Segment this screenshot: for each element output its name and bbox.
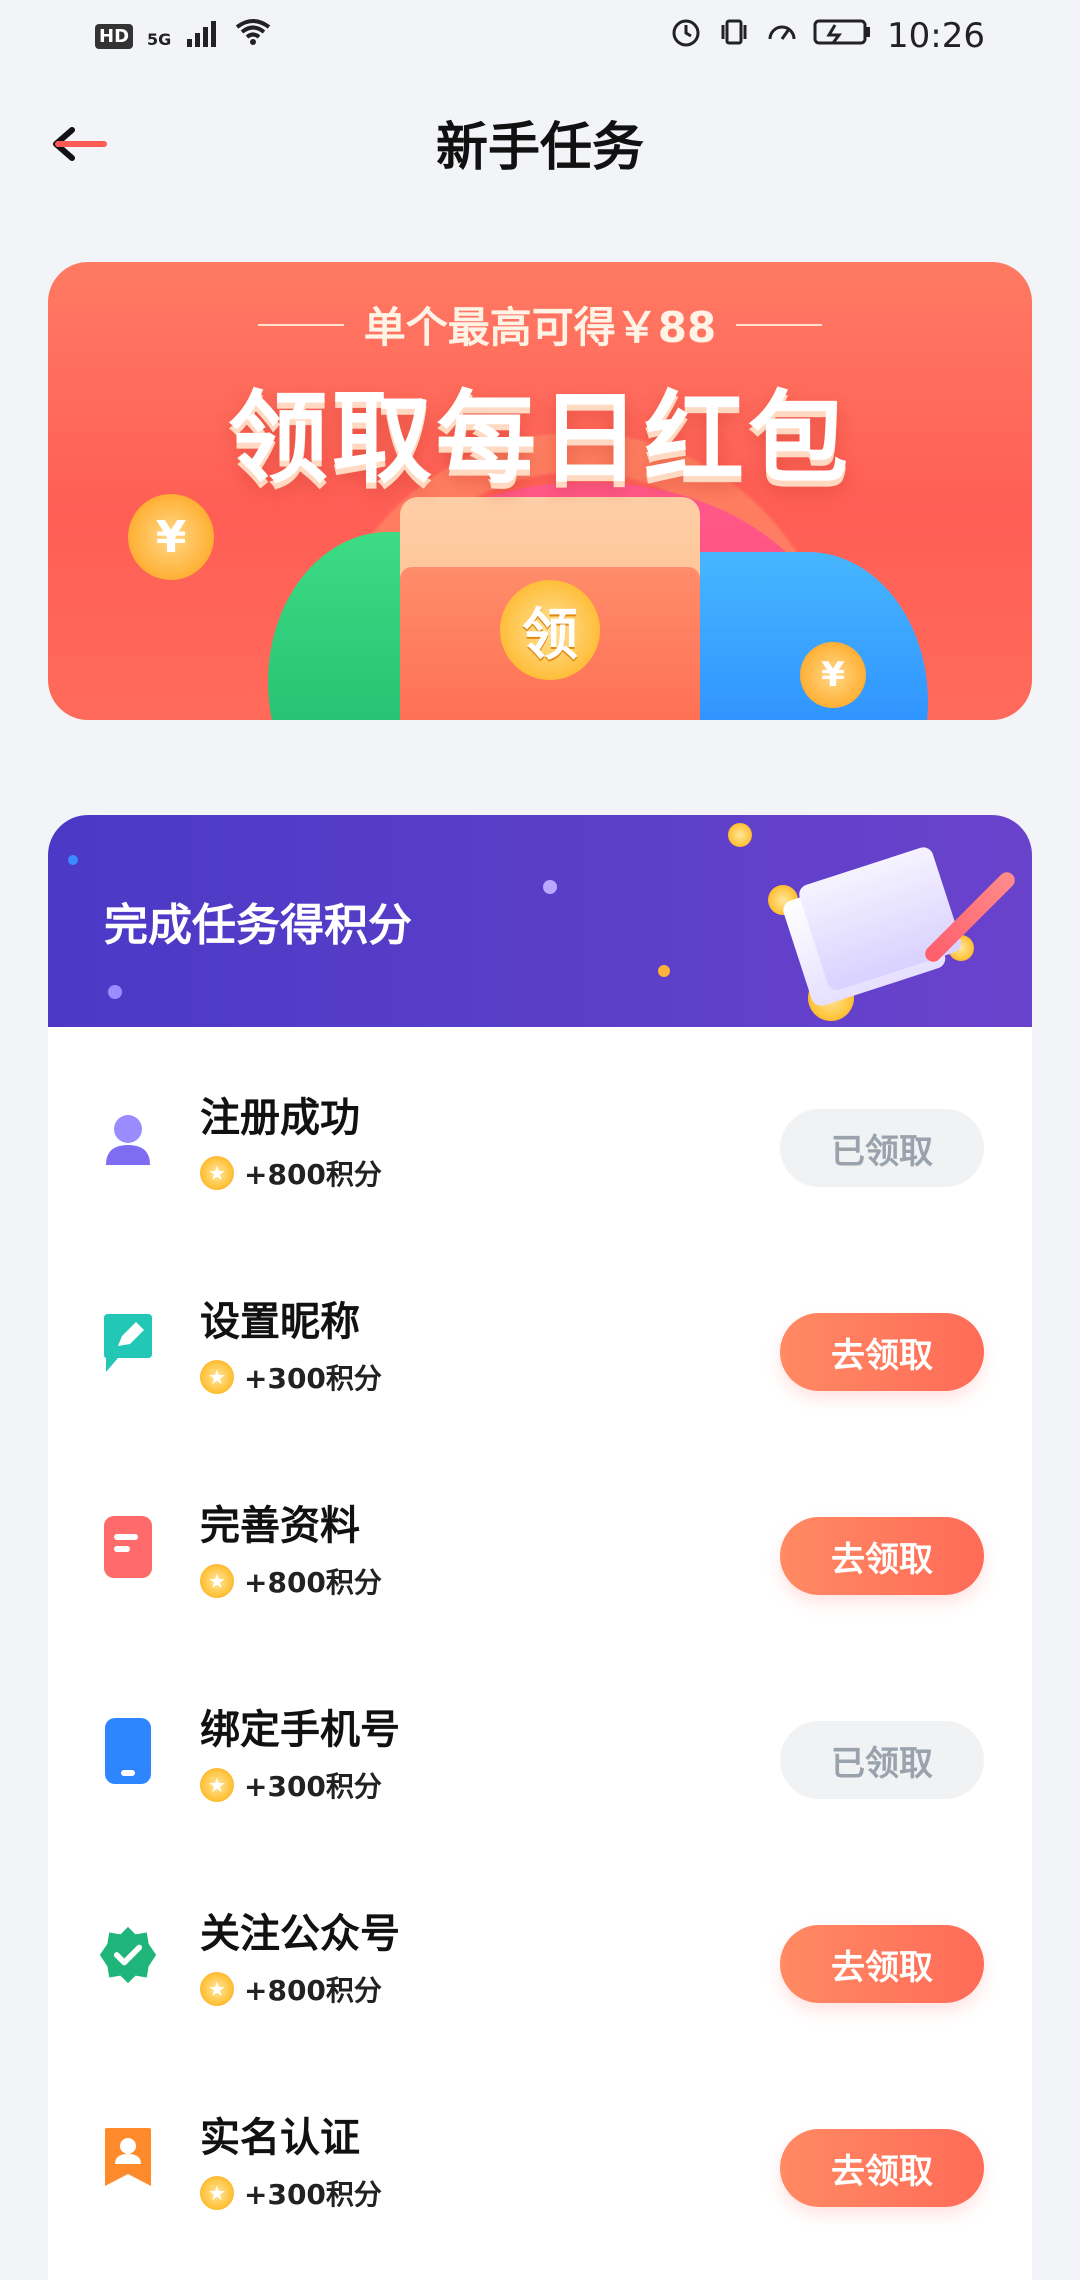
task-info: 实名认证 ★ +300积分 [200,2105,382,2213]
daily-red-packet-banner[interactable]: 领 ¥ ¥ 单个最高可得￥88 领取每日红包 [48,262,1032,720]
coin-icon: ★ [200,2176,234,2210]
status-time: 10:26 [887,16,985,56]
task-info: 完善资料 ★ +800积分 [200,1493,382,1601]
speed-icon [765,15,799,58]
claim-button[interactable]: 去领取 [780,1517,984,1595]
task-name: 设置昵称 [200,1299,360,1345]
tasks-section-title: 完成任务得积分 [104,900,412,951]
decor-dot [543,880,557,894]
task-points: ★ +800积分 [200,1153,382,1193]
coin-icon: ★ [200,1972,234,2006]
task-list: 注册成功 ★ +800积分 已领取 设置昵称 ★ +300积分 去领取 完善资料… [48,1027,1032,2261]
banner-subtitle: 单个最高可得￥88 [48,294,1032,355]
back-arrow-icon [53,127,107,161]
wifi-icon [233,16,273,56]
task-points-value: +300积分 [244,1770,382,1803]
edit-icon [98,1313,158,1373]
task-points: ★ +300积分 [200,1765,400,1805]
task-points: ★ +800积分 [200,1561,382,1601]
task-row: 关注公众号 ★ +800积分 去领取 [48,1853,1032,2057]
hd-badge: HD [95,23,134,49]
page-header: 新手任务 [0,72,1080,212]
back-button[interactable] [40,104,120,184]
decor-dot [108,985,122,999]
task-info: 绑定手机号 ★ +300积分 [200,1697,400,1805]
tasks-header: 完成任务得积分 [48,815,1032,1027]
status-right: 10:26 [669,15,985,58]
coin-icon: ¥ [128,494,214,580]
status-bar: HD 5G 10:26 [0,0,1080,72]
network-type: 5G [147,30,172,49]
coin-icon: ★ [200,1768,234,1802]
banner-title: 领取每日红包 [228,380,852,497]
subtitle-line-right [736,323,823,326]
task-row: 绑定手机号 ★ +300积分 已领取 [48,1649,1032,1853]
tasks-card: 完成任务得积分 注册成功 ★ +800积分 已领取 设置昵称 ★ +300积分 … [48,815,1032,2280]
claim-button[interactable]: 去领取 [780,1925,984,2003]
task-points: ★ +800积分 [200,1969,400,2009]
task-row: 注册成功 ★ +800积分 已领取 [48,1037,1032,1241]
battery-icon [813,16,873,56]
task-row: 设置昵称 ★ +300积分 去领取 [48,1241,1032,1445]
envelope-coin-icon: 领 [500,580,600,680]
user-icon [98,1109,158,1169]
task-name: 绑定手机号 [200,1707,400,1753]
task-points-value: +800积分 [244,1566,382,1599]
task-name: 关注公众号 [200,1911,400,1957]
task-points-value: +300积分 [244,1362,382,1395]
decor-dot [68,855,78,865]
claimed-button[interactable]: 已领取 [780,1109,984,1187]
id-badge-icon [98,2128,158,2189]
task-points-value: +300积分 [244,2178,382,2211]
signal-icon [185,16,219,56]
task-row: 完善资料 ★ +800积分 去领取 [48,1445,1032,1649]
banner-subtitle-text: 单个最高可得￥88 [363,303,717,352]
alarm-icon [669,15,703,58]
verified-badge-icon [98,1925,158,1985]
task-points: ★ +300积分 [200,1357,382,1397]
claimed-button[interactable]: 已领取 [780,1721,984,1799]
task-name: 注册成功 [200,1095,360,1141]
task-info: 关注公众号 ★ +800积分 [200,1901,400,2009]
coin-icon: ★ [200,1156,234,1190]
task-info: 注册成功 ★ +800积分 [200,1085,382,1193]
page-title: 新手任务 [435,117,644,178]
vibrate-icon [717,15,751,58]
task-name: 实名认证 [200,2115,360,2161]
coin-icon: ★ [200,1564,234,1598]
decor-dot [658,965,670,977]
task-row: 实名认证 ★ +300积分 去领取 [48,2057,1032,2261]
coin-icon: ★ [200,1360,234,1394]
task-points: ★ +300积分 [200,2173,382,2213]
claim-button[interactable]: 去领取 [780,1313,984,1391]
document-icon [98,1516,158,1578]
claim-button[interactable]: 去领取 [780,2129,984,2207]
task-points-value: +800积分 [244,1158,382,1191]
subtitle-line-left [257,323,344,326]
phone-icon [98,1718,158,1784]
status-left: HD 5G [95,16,273,56]
task-points-value: +800积分 [244,1974,382,2007]
task-info: 设置昵称 ★ +300积分 [200,1289,382,1397]
task-name: 完善资料 [200,1503,360,1549]
coin-icon: ¥ [800,642,866,708]
coin-icon [728,823,752,847]
